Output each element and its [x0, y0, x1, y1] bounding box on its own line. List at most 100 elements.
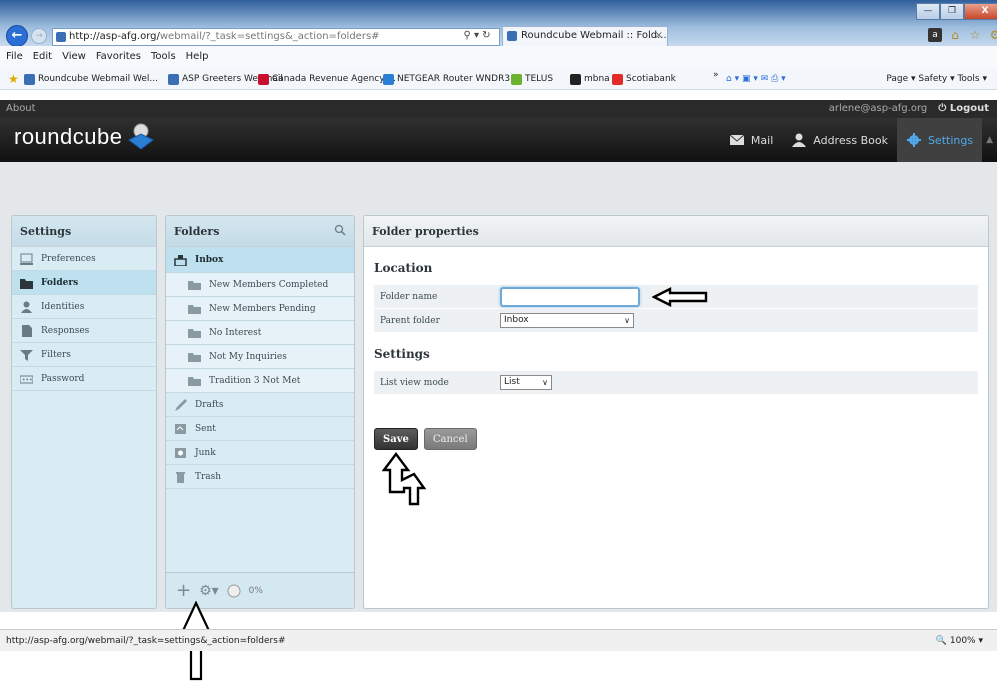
user-info: arlene@asp-afg.org ⏻ Logout	[829, 100, 989, 118]
favorites-star-icon[interactable]: ☆	[968, 28, 982, 42]
settings-item-responses[interactable]: Responses	[12, 319, 156, 343]
nav-collapse-icon[interactable]: ▲	[982, 135, 997, 145]
parent-folder-value: Inbox	[504, 315, 529, 325]
folder-item-new-members-pending[interactable]: New Members Pending	[166, 297, 354, 321]
folder-item-trash[interactable]: Trash	[166, 465, 354, 489]
folder-item-new-members-completed[interactable]: New Members Completed	[166, 273, 354, 297]
favorites-overflow[interactable]: »	[713, 68, 719, 86]
url-host: http://asp-afg.org/	[69, 31, 160, 42]
account-icon[interactable]: a	[928, 28, 942, 42]
quota-circle-icon	[227, 584, 241, 597]
parent-folder-row: Parent folder Inbox ∨	[374, 309, 978, 333]
tab-close-icon[interactable]: ×	[655, 27, 663, 45]
back-button[interactable]: ←	[6, 25, 28, 47]
browser-tab[interactable]: Roundcube Webmail :: Fold... ×	[502, 26, 668, 46]
folder-item-no-interest[interactable]: No Interest	[166, 321, 354, 345]
settings-item-label: Filters	[41, 349, 71, 360]
view-mode-value: List	[504, 377, 520, 387]
parent-folder-select[interactable]: Inbox ∨	[500, 313, 634, 328]
junk-icon	[175, 447, 186, 458]
menu-item-tools[interactable]: Tools	[151, 46, 176, 68]
cancel-button[interactable]: Cancel	[423, 428, 477, 450]
menu-item-file[interactable]: File	[6, 46, 23, 68]
nav-label: Address Book	[813, 133, 888, 147]
settings-item-password[interactable]: ••• Password	[12, 367, 156, 391]
favorite-icon	[258, 73, 269, 85]
menu-item-edit[interactable]: Edit	[33, 46, 52, 68]
maximize-button[interactable]: ❐	[940, 3, 964, 20]
folder-search-icon[interactable]	[334, 224, 346, 236]
nav-mail[interactable]: Mail	[720, 118, 782, 162]
folder-item-label: Drafts	[195, 399, 224, 410]
app-layout: Settings Preferences Folders Identities Res…	[0, 162, 997, 612]
logo-text: roundcube	[14, 124, 123, 149]
nav-address-book[interactable]: Address Book	[782, 118, 897, 162]
logout-link[interactable]: ⏻ Logout	[938, 103, 989, 114]
parent-folder-label: Parent folder	[380, 315, 440, 326]
favorite-link[interactable]: Roundcube Webmail Wel...	[24, 68, 158, 89]
folder-options-gear-icon[interactable]: ⚙▾	[199, 583, 219, 599]
nav-settings[interactable]: Settings	[896, 118, 983, 162]
mail-icon	[729, 134, 745, 145]
menu-item-help[interactable]: Help	[186, 46, 209, 68]
view-mode-select[interactable]: List ∨	[500, 375, 552, 390]
about-link[interactable]: About	[6, 100, 36, 118]
favorite-link[interactable]: mbna	[570, 68, 610, 89]
address-book-icon	[792, 133, 807, 147]
status-url: http://asp-afg.org/webmail/?_task=settin…	[6, 636, 286, 646]
favorite-link[interactable]: Scotiabank	[612, 68, 676, 89]
zoom-control[interactable]: 🔍 100% ▾	[936, 630, 983, 652]
folder-item-sent[interactable]: Sent	[166, 417, 354, 441]
folder-item-inbox[interactable]: Inbox	[166, 247, 354, 273]
favorite-link[interactable]: NETGEAR Router WNDR3...	[383, 68, 519, 89]
minimize-button[interactable]: —	[916, 3, 940, 20]
close-window-button[interactable]: X	[964, 3, 997, 20]
view-mode-row: List view mode List ∨	[374, 371, 978, 395]
save-button[interactable]: Save	[374, 428, 418, 450]
favorite-link[interactable]: Canada Revenue Agency ...	[258, 68, 396, 89]
chevron-down-icon: ∨	[542, 378, 548, 387]
menu-item-view[interactable]: View	[62, 46, 86, 68]
quota-text: 0%	[248, 585, 263, 596]
favorite-link[interactable]: TELUS	[511, 68, 553, 89]
sent-icon	[175, 423, 186, 434]
settings-item-label: Folders	[41, 277, 79, 288]
settings-item-filters[interactable]: Filters	[12, 343, 156, 367]
preferences-icon	[20, 253, 33, 265]
settings-item-label: Password	[41, 373, 85, 384]
tools-gear-icon[interactable]: ⚙	[988, 28, 997, 42]
menu-item-favorites[interactable]: Favorites	[96, 46, 141, 68]
identities-icon	[21, 301, 32, 313]
responses-icon	[22, 324, 32, 337]
home-icon[interactable]: ⌂	[948, 28, 962, 42]
folder-icon	[188, 280, 201, 290]
command-home-icon[interactable]: ⌂ ▾ ▣ ▾ ✉ ⎙ ▾	[726, 68, 786, 89]
address-bar[interactable]: http://asp-afg.org/webmail/?_task=settin…	[52, 28, 500, 46]
nav-label: Settings	[927, 133, 974, 147]
folder-name-input[interactable]	[500, 286, 640, 307]
settings-item-preferences[interactable]: Preferences	[12, 247, 156, 271]
favorite-icon	[168, 73, 179, 85]
chevron-down-icon: ∨	[624, 316, 630, 325]
folder-item-tradition-3-not-met[interactable]: Tradition 3 Not Met	[166, 369, 354, 393]
settings-item-identities[interactable]: Identities	[12, 295, 156, 319]
folder-item-label: Inbox	[195, 254, 224, 265]
settings-item-folders[interactable]: Folders	[12, 271, 156, 295]
address-controls[interactable]: ⚲ ▾ ↻	[455, 28, 499, 46]
logout-label: Logout	[949, 103, 989, 114]
url-path: webmail/?_task=settings&_action=folders#	[159, 31, 380, 42]
window-controls: — ❐ X	[916, 3, 997, 20]
folders-title: Folders	[174, 225, 220, 238]
add-folder-icon[interactable]: +	[176, 580, 191, 601]
folder-item-junk[interactable]: Junk	[166, 441, 354, 465]
nav-label: Mail	[750, 133, 774, 147]
folder-item-not-my-inquiries[interactable]: Not My Inquiries	[166, 345, 354, 369]
up-arrow-annotation-icon	[382, 452, 427, 506]
forward-button[interactable]: →	[31, 28, 47, 44]
password-icon: •••	[20, 375, 33, 384]
command-bar[interactable]: Page ▾ Safety ▾ Tools ▾	[886, 68, 987, 89]
favorites-star-icon[interactable]: ★	[8, 68, 19, 89]
roundcube-logo[interactable]: roundcube	[14, 122, 156, 152]
folder-item-label: Tradition 3 Not Met	[209, 375, 301, 386]
folder-item-drafts[interactable]: Drafts	[166, 393, 354, 417]
